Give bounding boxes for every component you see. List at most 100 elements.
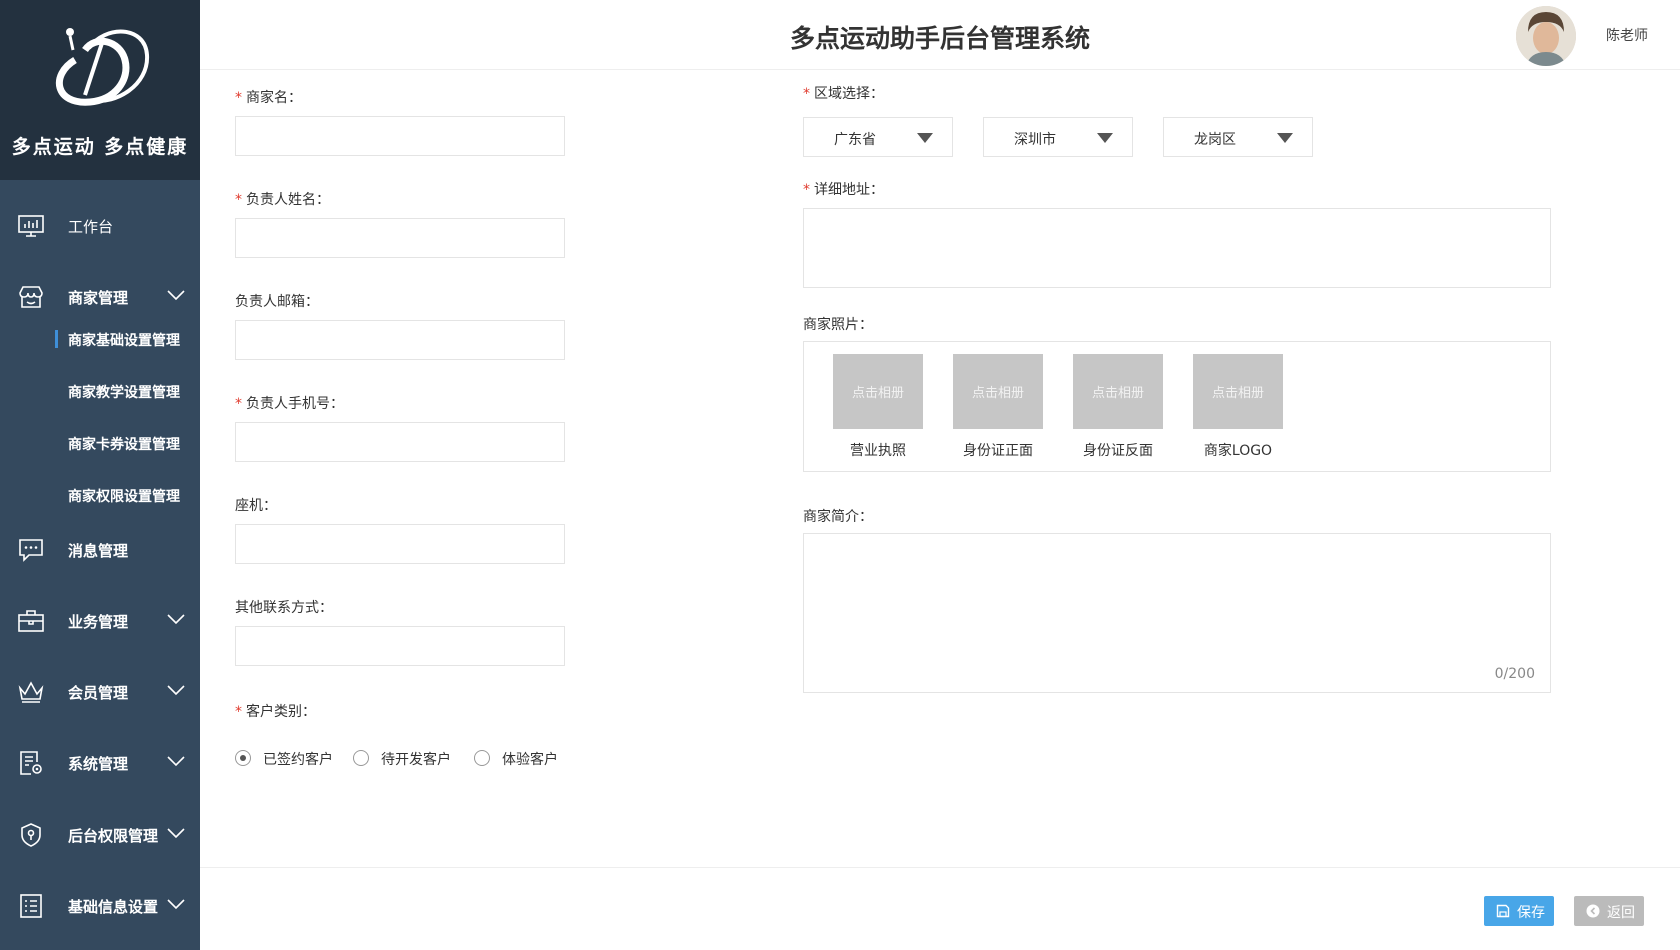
- char-counter: 0/200: [1494, 666, 1535, 682]
- radio-prospect-customer[interactable]: 待开发客户: [353, 748, 463, 768]
- sidebar-item-workbench[interactable]: 工作台: [0, 205, 200, 245]
- region-label: * 区域选择：: [803, 86, 884, 102]
- sidebar-item-label: 工作台: [68, 218, 114, 236]
- back-button[interactable]: 返回: [1574, 896, 1644, 926]
- sidebar-item-members[interactable]: 会员管理: [0, 671, 200, 711]
- radio-circle: [235, 750, 251, 766]
- owner-name-input[interactable]: [235, 218, 565, 258]
- monitor-icon: [18, 215, 44, 237]
- customer-type-label: * 客户类别：: [235, 704, 316, 720]
- photo-caption: 身份证反面: [1083, 443, 1153, 459]
- sidebar-item-label: 基础信息设置: [68, 898, 159, 916]
- merchant-name-input[interactable]: [235, 116, 565, 156]
- sidebar: 多点运动 多点健康 工作台 商家管理 商家基础设置管理 商家教学设置管理 商家卡…: [0, 0, 200, 950]
- sidebar-subitem-label: 商家卡券设置管理: [68, 437, 180, 453]
- sidebar-subitem-label: 商家教学设置管理: [68, 385, 180, 401]
- chevron-down-icon: [167, 756, 185, 767]
- sidebar-item-label: 消息管理: [68, 542, 129, 560]
- upload-text: 点击相册: [971, 386, 1024, 401]
- sidebar-item-admin-permissions[interactable]: 后台权限管理: [0, 814, 200, 854]
- owner-email-input[interactable]: [235, 320, 565, 360]
- back-label: 返回: [1607, 905, 1635, 921]
- owner-email-label: 负责人邮箱：: [235, 294, 319, 310]
- landline-input[interactable]: [235, 524, 565, 564]
- radio-selected-dot: [240, 755, 246, 761]
- owner-phone-label: * 负责人手机号：: [235, 396, 344, 412]
- photo-caption: 商家LOGO: [1203, 443, 1273, 459]
- city-value: 深圳市: [1014, 132, 1056, 148]
- other-contact-label: 其他联系方式：: [235, 600, 333, 616]
- radio-circle: [474, 750, 490, 766]
- message-icon: [19, 539, 43, 562]
- sidebar-item-label: 商家管理: [68, 289, 129, 307]
- owner-phone-input[interactable]: [235, 422, 565, 462]
- sidebar-item-messages[interactable]: 消息管理: [0, 529, 200, 569]
- sidebar-subitem-basic-settings[interactable]: 商家基础设置管理: [0, 322, 200, 356]
- sidebar-subitem-coupon-settings[interactable]: 商家卡券设置管理: [0, 426, 200, 460]
- upload-text: 点击相册: [1211, 386, 1264, 401]
- save-icon: [1496, 904, 1510, 918]
- radio-label: 体验客户: [502, 752, 558, 768]
- upload-id-back[interactable]: 点击相册: [1073, 354, 1163, 429]
- other-contact-input[interactable]: [235, 626, 565, 666]
- sidebar-item-label: 系统管理: [68, 755, 129, 773]
- top-header: 多点运动助手后台管理系统 陈老师: [200, 0, 1680, 70]
- owner-name-label: * 负责人姓名：: [235, 192, 330, 208]
- caret-down-icon: [1097, 133, 1113, 143]
- photo-upload-panel: 点击相册 营业执照 点击相册 身份证正面 点击相册 身份证反面 点击相册 商家L…: [803, 341, 1551, 472]
- radio-label: 已签约客户: [263, 752, 333, 768]
- intro-label: 商家简介：: [803, 509, 873, 525]
- radio-circle: [353, 750, 369, 766]
- sidebar-item-basic-info[interactable]: 基础信息设置: [0, 885, 200, 925]
- sidebar-item-business[interactable]: 业务管理: [0, 600, 200, 640]
- save-label: 保存: [1517, 905, 1545, 921]
- brand-slogan: 多点运动 多点健康: [11, 136, 189, 158]
- shield-lock-icon: [21, 823, 41, 847]
- radio-signed-customer[interactable]: 已签约客户: [235, 748, 345, 768]
- store-icon: [19, 286, 43, 308]
- radio-label: 待开发客户: [381, 752, 451, 768]
- upload-text: 点击相册: [851, 386, 904, 401]
- intro-textarea[interactable]: 0/200: [803, 533, 1551, 693]
- province-select[interactable]: 广东省: [803, 117, 953, 157]
- sidebar-item-system[interactable]: 系统管理: [0, 742, 200, 782]
- photo-caption: 身份证正面: [963, 443, 1033, 459]
- chevron-down-icon: [167, 685, 185, 696]
- chevron-down-icon: [167, 899, 185, 910]
- sidebar-item-label: 会员管理: [68, 684, 129, 702]
- logo-area: 多点运动 多点健康: [0, 0, 200, 180]
- avatar-image: [1516, 6, 1576, 66]
- list-icon: [20, 894, 42, 918]
- province-value: 广东省: [834, 132, 876, 148]
- merchant-name-label: * 商家名：: [235, 90, 302, 106]
- upload-merchant-logo[interactable]: 点击相册: [1193, 354, 1283, 429]
- page-title: 多点运动助手后台管理系统: [789, 24, 1090, 53]
- address-label: * 详细地址：: [803, 182, 884, 198]
- district-value: 龙岗区: [1194, 132, 1236, 148]
- city-select[interactable]: 深圳市: [983, 117, 1133, 157]
- sidebar-subitem-label: 商家基础设置管理: [68, 333, 180, 349]
- sidebar-subitem-permission-settings[interactable]: 商家权限设置管理: [0, 478, 200, 512]
- sidebar-item-merchant[interactable]: 商家管理: [0, 276, 200, 316]
- photo-caption: 营业执照: [850, 443, 906, 459]
- radio-trial-customer[interactable]: 体验客户: [474, 748, 570, 768]
- photos-label: 商家照片：: [803, 317, 873, 333]
- active-indicator: [55, 330, 58, 348]
- footer-divider: [200, 867, 1680, 868]
- sidebar-subitem-teaching-settings[interactable]: 商家教学设置管理: [0, 374, 200, 408]
- avatar[interactable]: [1516, 6, 1576, 66]
- caret-down-icon: [1277, 133, 1293, 143]
- upload-text: 点击相册: [1091, 386, 1144, 401]
- address-textarea[interactable]: [803, 208, 1551, 288]
- back-icon: [1586, 904, 1600, 918]
- district-select[interactable]: 龙岗区: [1163, 117, 1313, 157]
- briefcase-icon: [18, 610, 44, 632]
- chevron-down-icon: [167, 614, 185, 625]
- upload-business-license[interactable]: 点击相册: [833, 354, 923, 429]
- user-name[interactable]: 陈老师: [1606, 25, 1648, 45]
- chevron-down-icon: [167, 290, 185, 301]
- save-button[interactable]: 保存: [1484, 896, 1554, 926]
- chevron-down-icon: [167, 828, 185, 839]
- sidebar-subitem-label: 商家权限设置管理: [68, 489, 180, 505]
- upload-id-front[interactable]: 点击相册: [953, 354, 1043, 429]
